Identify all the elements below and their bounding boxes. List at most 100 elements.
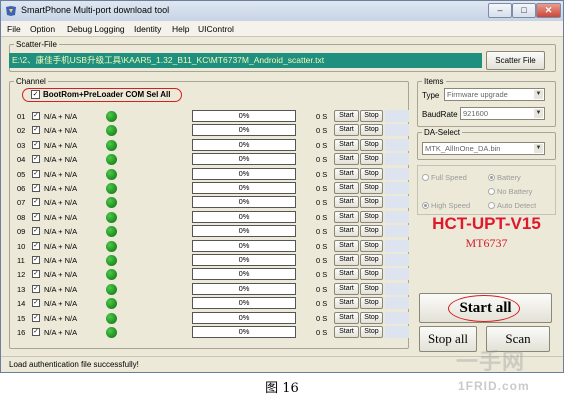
battery-radio[interactable]: Battery	[488, 173, 521, 182]
scatter-path-field[interactable]: E:\2、康佳手机USB升级工具\KAAR5_1.32_B11_KC\MT673…	[9, 53, 482, 68]
channel-stop-button[interactable]: Stop	[360, 124, 383, 137]
channel-stop-button[interactable]: Stop	[360, 297, 383, 310]
high-speed-label: High Speed	[431, 201, 471, 210]
status-led-icon	[106, 168, 117, 180]
channel-time: 0 S	[316, 126, 328, 136]
status-led-icon	[106, 283, 117, 295]
channel-checkbox[interactable]: ✓	[32, 169, 40, 178]
channel-start-button[interactable]: Start	[334, 268, 359, 281]
channel-checkbox[interactable]: ✓	[32, 198, 40, 207]
channel-number: 06	[17, 184, 26, 193]
channel-start-button[interactable]: Start	[334, 254, 359, 266]
status-led-icon	[106, 269, 117, 281]
channel-start-button[interactable]: Start	[334, 153, 359, 166]
channel-status-cell	[385, 326, 409, 338]
brand-title: HCT-UPT-V15	[432, 214, 541, 233]
status-led-icon	[106, 327, 117, 338]
high-speed-radio[interactable]: High Speed	[422, 201, 470, 210]
channel-checkbox[interactable]: ✓	[32, 212, 40, 221]
menu-uicontrol[interactable]: UIControl	[198, 24, 234, 34]
channel-checkbox[interactable]: ✓	[32, 328, 40, 336]
da-select[interactable]: MTK_AllInOne_DA.bin ▼	[422, 142, 545, 155]
channel-start-button[interactable]: Start	[334, 225, 359, 238]
channel-start-button[interactable]: Start	[334, 110, 359, 122]
channel-time: 0 S	[316, 169, 328, 179]
channel-row: 06 ✓ N/A + N/A 0% 0 S Start Stop	[13, 181, 443, 195]
chevron-down-icon: ▼	[534, 109, 543, 118]
channel-start-button[interactable]: Start	[334, 311, 359, 324]
channel-stop-button[interactable]: Stop	[360, 282, 383, 295]
watermark-logo: 一手网	[456, 349, 526, 374]
channel-status-cell	[385, 167, 409, 180]
channel-port: N/A + N/A	[44, 112, 78, 121]
channel-checkbox[interactable]: ✓	[32, 227, 40, 236]
channel-start-button[interactable]: Start	[334, 297, 359, 310]
radio-icon	[422, 202, 429, 209]
channel-start-button[interactable]: Start	[334, 282, 359, 295]
channel-checkbox[interactable]: ✓	[32, 112, 40, 120]
menu-help[interactable]: Help	[172, 24, 189, 34]
channel-start-button[interactable]: Start	[334, 326, 359, 338]
minimize-button[interactable]: –	[488, 3, 512, 18]
channel-checkbox[interactable]: ✓	[32, 256, 40, 264]
channel-time: 0 S	[316, 299, 328, 309]
status-led-icon	[106, 255, 117, 266]
channel-stop-button[interactable]: Stop	[360, 239, 383, 252]
full-speed-radio[interactable]: Full Speed	[422, 173, 467, 182]
da-select-value: MTK_AllInOne_DA.bin	[425, 144, 501, 153]
channel-time: 0 S	[316, 212, 328, 222]
channel-row: 10 ✓ N/A + N/A 0% 0 S Start Stop	[13, 239, 443, 253]
type-label: Type	[422, 91, 440, 100]
channel-stop-button[interactable]: Stop	[360, 167, 383, 180]
auto-detect-radio[interactable]: Auto Detect	[488, 201, 536, 210]
channel-status-cell	[385, 239, 409, 252]
channel-checkbox[interactable]: ✓	[32, 184, 40, 192]
channel-stop-button[interactable]: Stop	[360, 254, 383, 266]
channel-number: 11	[17, 256, 25, 265]
channel-stop-button[interactable]: Stop	[360, 182, 383, 194]
channel-stop-button[interactable]: Stop	[360, 153, 383, 166]
bootrom-sel-all-checkbox[interactable]: ✓	[31, 90, 40, 99]
channel-number: 14	[17, 299, 26, 309]
no-battery-radio[interactable]: No Battery	[488, 187, 532, 196]
channel-start-button[interactable]: Start	[334, 167, 359, 180]
channel-checkbox[interactable]: ✓	[32, 284, 40, 293]
channel-status-cell	[385, 282, 409, 295]
channel-start-button[interactable]: Start	[334, 138, 359, 151]
menu-option[interactable]: Option	[30, 24, 55, 34]
channel-stop-button[interactable]: Stop	[360, 110, 383, 122]
channel-stop-button[interactable]: Stop	[360, 268, 383, 281]
channel-stop-button[interactable]: Stop	[360, 196, 383, 209]
channel-stop-button[interactable]: Stop	[360, 311, 383, 324]
channel-checkbox[interactable]: ✓	[32, 270, 40, 279]
menu-debug-logging[interactable]: Debug Logging	[67, 24, 125, 34]
maximize-button[interactable]: □	[512, 3, 536, 18]
channel-stop-button[interactable]: Stop	[360, 225, 383, 238]
type-select[interactable]: Firmware upgrade ▼	[444, 88, 545, 101]
channel-stop-button[interactable]: Stop	[360, 326, 383, 338]
channel-status-cell	[385, 254, 409, 266]
channel-start-button[interactable]: Start	[334, 210, 359, 223]
channel-checkbox[interactable]: ✓	[32, 299, 40, 308]
radio-icon	[488, 202, 495, 209]
close-button[interactable]: ✕	[536, 3, 561, 18]
channel-start-button[interactable]: Start	[334, 239, 359, 252]
channel-start-button[interactable]: Start	[334, 182, 359, 194]
channel-stop-button[interactable]: Stop	[360, 138, 383, 151]
channel-checkbox[interactable]: ✓	[32, 241, 40, 250]
menu-file[interactable]: File	[7, 24, 21, 34]
baudrate-select[interactable]: 921600 ▼	[460, 107, 545, 120]
scatter-file-button[interactable]: Scatter File	[486, 51, 545, 70]
channel-checkbox[interactable]: ✓	[32, 140, 40, 149]
channel-checkbox[interactable]: ✓	[32, 313, 40, 322]
menu-identity[interactable]: Identity	[134, 24, 161, 34]
channel-stop-button[interactable]: Stop	[360, 210, 383, 223]
channel-number: 02	[17, 126, 26, 136]
channel-checkbox[interactable]: ✓	[32, 126, 40, 135]
channel-progress: 0%	[192, 268, 296, 281]
channel-start-button[interactable]: Start	[334, 124, 359, 137]
channel-row: 09 ✓ N/A + N/A 0% 0 S Start Stop	[13, 224, 443, 238]
channel-row: 07 ✓ N/A + N/A 0% 0 S Start Stop	[13, 195, 443, 209]
channel-checkbox[interactable]: ✓	[32, 155, 40, 164]
channel-start-button[interactable]: Start	[334, 196, 359, 209]
